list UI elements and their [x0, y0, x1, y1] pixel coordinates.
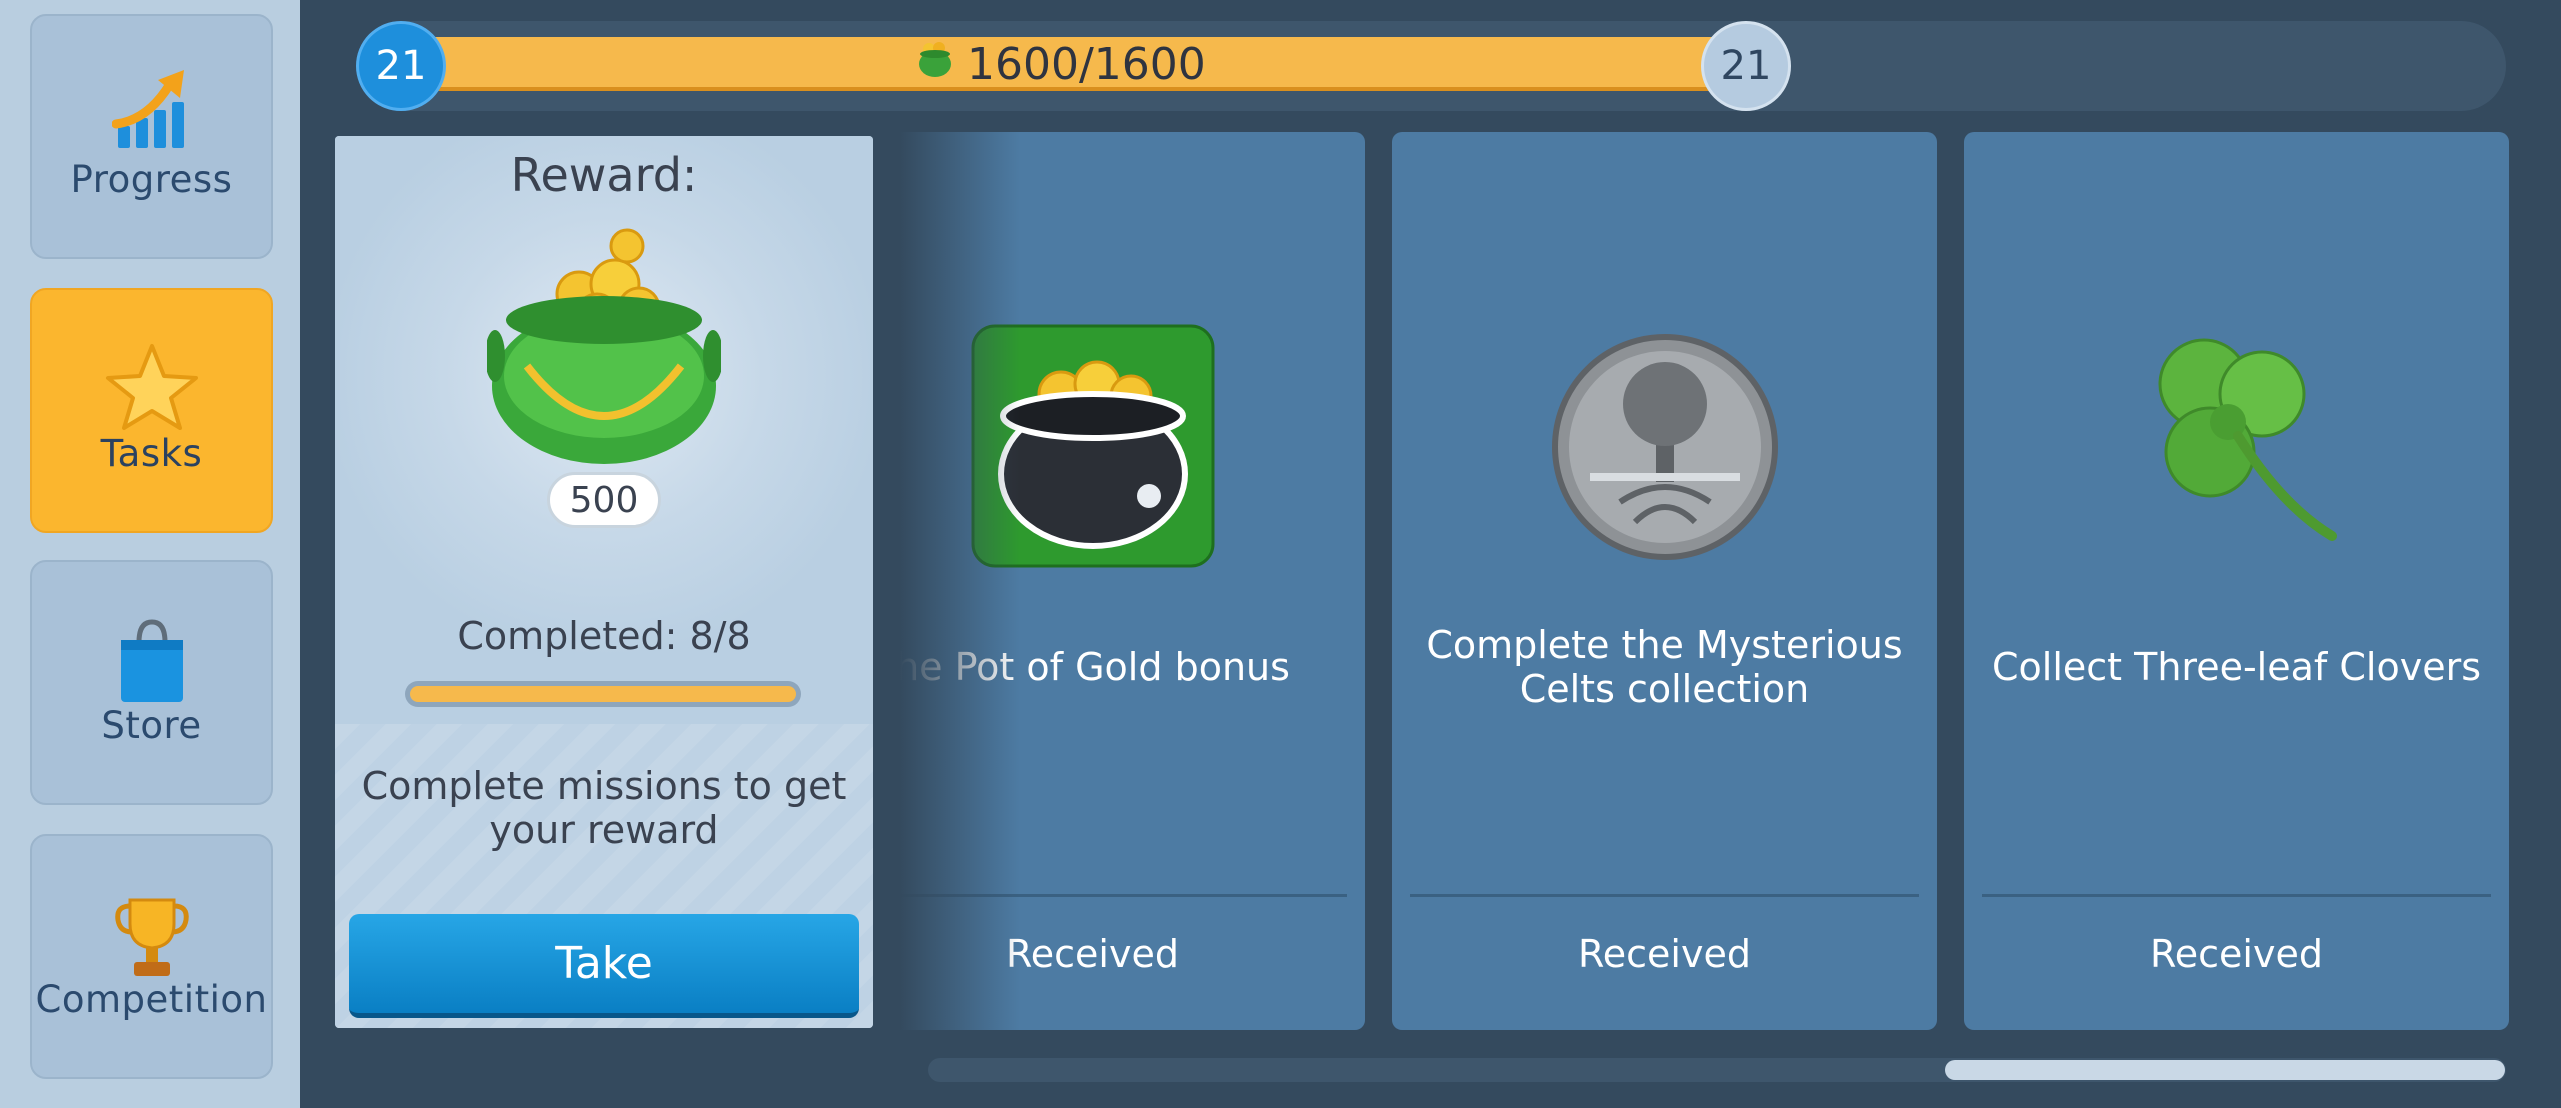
card-divider	[1982, 894, 2491, 897]
level-points-text: 1600/1600	[967, 38, 1206, 90]
task-title: Complete the Mysterious Celts collection	[1426, 623, 1903, 711]
reward-panel: Reward: 500 Completed: 8/8 Complete miss…	[335, 136, 873, 1028]
three-leaf-clover-icon	[2122, 336, 2352, 570]
sidebar: Progress Tasks Store Competition	[0, 0, 300, 1108]
task-status: Received	[2150, 932, 2323, 976]
celtic-tree-coin-icon	[1550, 332, 1780, 566]
current-level-badge: 21	[356, 21, 446, 111]
star-icon	[104, 342, 200, 441]
scrollbar-thumb[interactable]	[1945, 1060, 2505, 1080]
missions-progress-bar	[405, 681, 801, 707]
reward-description: Complete missions to get your reward	[361, 764, 847, 852]
sidebar-item-competition[interactable]: Competition	[30, 834, 273, 1079]
sidebar-item-label: Progress	[70, 158, 233, 201]
tasks-carousel[interactable]: he Pot of Gold bonus Received Complete t…	[900, 132, 2510, 1032]
task-status: Received	[1578, 932, 1751, 976]
reward-title: Reward:	[510, 148, 698, 202]
level-points: 1600/1600	[915, 34, 1206, 94]
sidebar-item-store[interactable]: Store	[30, 560, 273, 805]
task-card[interactable]: Collect Three-leaf Clovers Received	[1964, 132, 2509, 1030]
shopping-bag-icon	[117, 616, 187, 713]
carousel-fade-edge	[900, 132, 1020, 1032]
missions-progress-fill	[410, 686, 796, 702]
card-divider	[1410, 894, 1919, 897]
sidebar-item-progress[interactable]: Progress	[30, 14, 273, 259]
reward-amount: 500	[547, 472, 661, 528]
chart-up-arrow-icon	[111, 68, 192, 163]
task-card[interactable]: Complete the Mysterious Celts collection…	[1392, 132, 1937, 1030]
next-level-badge: 21	[1701, 21, 1791, 111]
task-title: Collect Three-leaf Clovers	[1991, 645, 2481, 689]
sidebar-item-tasks[interactable]: Tasks	[30, 288, 273, 533]
pot-of-gold-icon	[915, 39, 955, 90]
take-button[interactable]: Take	[349, 914, 859, 1018]
completed-count: Completed: 8/8	[457, 614, 751, 658]
pot-of-gold-icon	[485, 216, 723, 470]
trophy-icon	[112, 894, 192, 989]
carousel-scrollbar[interactable]	[928, 1058, 2506, 1082]
